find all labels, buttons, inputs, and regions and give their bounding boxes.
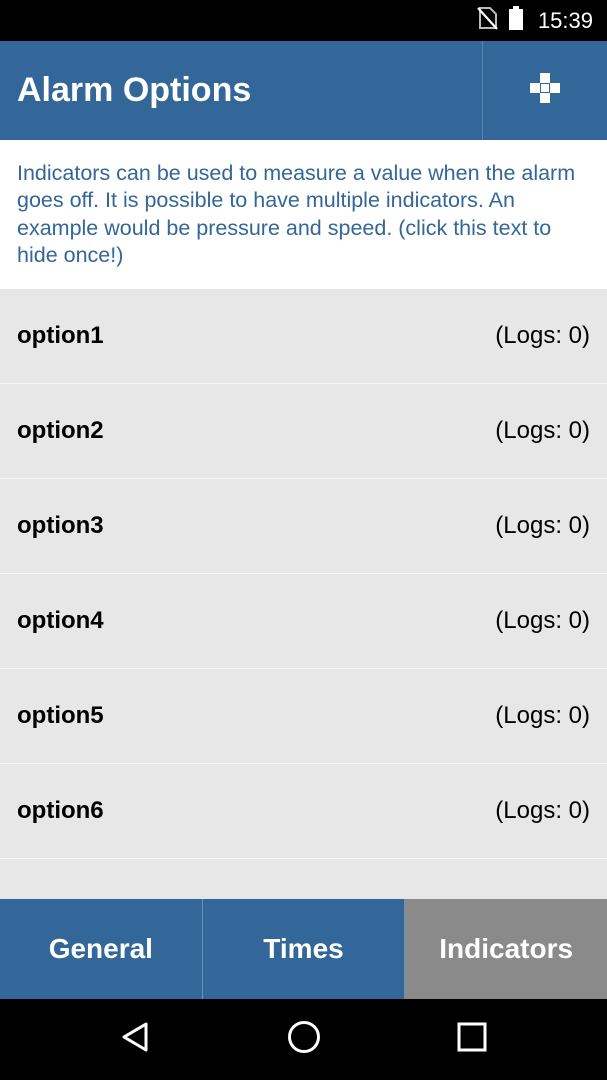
list-item[interactable]: option5 (Logs: 0) <box>0 669 607 764</box>
screen: 15:39 Alarm Options Indicators can be us… <box>0 0 607 1080</box>
recents-button[interactable] <box>432 999 512 1080</box>
option-logs: (Logs: 0) <box>495 702 590 729</box>
tab-general[interactable]: General <box>0 899 202 999</box>
option-logs: (Logs: 0) <box>495 512 590 539</box>
option-logs: (Logs: 0) <box>495 607 590 634</box>
status-bar: 15:39 <box>0 0 607 41</box>
app-bar: Alarm Options <box>0 41 607 140</box>
home-icon <box>287 1020 321 1059</box>
option-logs: (Logs: 0) <box>495 797 590 824</box>
option-list: option1 (Logs: 0) option2 (Logs: 0) opti… <box>0 289 607 859</box>
battery-icon <box>508 6 524 35</box>
list-item[interactable]: option2 (Logs: 0) <box>0 384 607 479</box>
bottom-tab-bar: General Times Indicators <box>0 899 607 999</box>
option-name: option5 <box>17 702 104 729</box>
list-item[interactable]: option6 (Logs: 0) <box>0 764 607 859</box>
back-icon <box>120 1021 150 1058</box>
status-time: 15:39 <box>537 7 593 33</box>
recents-icon <box>457 1022 487 1057</box>
add-indicator-button[interactable] <box>483 41 607 140</box>
plus-icon <box>530 73 560 108</box>
list-item[interactable]: option4 (Logs: 0) <box>0 574 607 669</box>
option-logs: (Logs: 0) <box>495 417 590 444</box>
option-name: option2 <box>17 417 104 444</box>
tab-indicators[interactable]: Indicators <box>404 899 607 999</box>
no-sim-icon <box>476 6 498 35</box>
info-text: Indicators can be used to measure a valu… <box>17 161 576 267</box>
option-logs: (Logs: 0) <box>495 322 590 349</box>
info-banner[interactable]: Indicators can be used to measure a valu… <box>0 140 607 289</box>
list-item[interactable]: option3 (Logs: 0) <box>0 479 607 574</box>
navigation-bar <box>0 999 607 1080</box>
option-name: option1 <box>17 322 104 349</box>
tab-times[interactable]: Times <box>201 899 405 999</box>
status-icons: 15:39 <box>476 0 593 41</box>
option-name: option3 <box>17 512 104 539</box>
option-name: option6 <box>17 797 104 824</box>
option-name: option4 <box>17 607 104 634</box>
back-button[interactable] <box>95 999 175 1080</box>
page-title: Alarm Options <box>17 71 252 109</box>
list-item[interactable]: option1 (Logs: 0) <box>0 289 607 384</box>
home-button[interactable] <box>264 999 344 1080</box>
